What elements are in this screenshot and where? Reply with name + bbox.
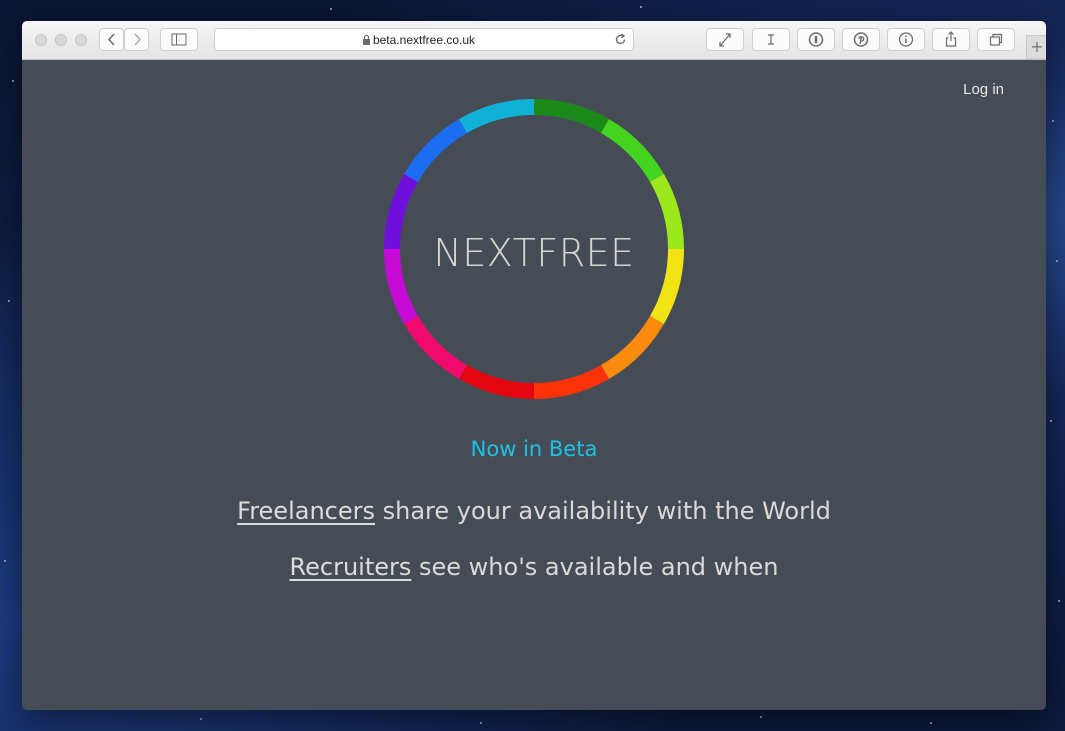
share-button[interactable] bbox=[932, 28, 970, 51]
star bbox=[330, 8, 332, 10]
ring-segment bbox=[404, 315, 468, 379]
ring-segment bbox=[533, 364, 609, 399]
brand-wordmark: NEXTFREE bbox=[433, 231, 635, 275]
reader-button[interactable] bbox=[752, 28, 790, 51]
new-tab-button[interactable]: + bbox=[1026, 35, 1046, 59]
star bbox=[1058, 600, 1060, 602]
freelancers-text: share your availability with the World bbox=[375, 497, 831, 525]
star bbox=[1056, 260, 1058, 262]
star bbox=[4, 560, 6, 562]
info-icon bbox=[898, 32, 914, 47]
sidebar-icon bbox=[171, 33, 187, 46]
browser-toolbar: beta.nextfree.co.uk + bbox=[22, 21, 1046, 60]
browser-window: beta.nextfree.co.uk + Log in NEXTFREE No… bbox=[22, 21, 1046, 710]
ring-segment bbox=[600, 315, 664, 379]
ring-segment bbox=[533, 99, 609, 134]
star bbox=[480, 722, 482, 724]
chevron-right-icon bbox=[133, 33, 141, 46]
zoom-window-button[interactable] bbox=[75, 34, 87, 46]
forward-button[interactable] bbox=[124, 28, 149, 51]
freelancers-line: Freelancers share your availability with… bbox=[22, 497, 1046, 525]
freelancers-link[interactable]: Freelancers bbox=[237, 497, 375, 525]
info-button[interactable] bbox=[887, 28, 925, 51]
address-bar[interactable]: beta.nextfree.co.uk bbox=[214, 28, 634, 51]
sidebar-button[interactable] bbox=[160, 28, 198, 51]
star bbox=[1050, 420, 1052, 422]
close-window-button[interactable] bbox=[35, 34, 47, 46]
recruiters-link[interactable]: Recruiters bbox=[290, 553, 412, 581]
star bbox=[930, 722, 932, 724]
chevron-left-icon bbox=[107, 33, 115, 46]
text-cursor-icon bbox=[768, 34, 774, 45]
recruiters-line: Recruiters see who's available and when bbox=[22, 553, 1046, 581]
keyhole-icon bbox=[808, 32, 824, 47]
tabs-overview-button[interactable] bbox=[977, 28, 1015, 51]
pinterest-icon bbox=[853, 32, 869, 47]
recruiters-text: see who's available and when bbox=[411, 553, 779, 581]
star bbox=[200, 718, 202, 720]
ring-segment bbox=[459, 99, 535, 134]
star bbox=[1052, 120, 1054, 122]
fullscreen-button[interactable] bbox=[706, 28, 744, 51]
back-button[interactable] bbox=[99, 28, 124, 51]
page-content: Log in NEXTFREE Now in Beta Freelancers … bbox=[22, 59, 1046, 710]
minimize-window-button[interactable] bbox=[55, 34, 67, 46]
login-link[interactable]: Log in bbox=[963, 81, 1004, 98]
ring-segment bbox=[600, 119, 664, 183]
ring-segment bbox=[404, 119, 468, 183]
password-manager-button[interactable] bbox=[797, 28, 835, 51]
reload-icon[interactable] bbox=[614, 33, 627, 46]
star bbox=[640, 6, 642, 8]
expand-arrows-icon bbox=[719, 33, 731, 47]
ring-segment bbox=[459, 364, 535, 399]
star bbox=[8, 300, 10, 302]
star bbox=[12, 80, 14, 82]
beta-label: Now in Beta bbox=[470, 437, 598, 461]
star bbox=[760, 716, 762, 718]
pinterest-button[interactable] bbox=[842, 28, 880, 51]
share-icon bbox=[945, 31, 957, 47]
tabs-icon bbox=[989, 33, 1003, 46]
url-text: beta.nextfree.co.uk bbox=[372, 33, 476, 47]
